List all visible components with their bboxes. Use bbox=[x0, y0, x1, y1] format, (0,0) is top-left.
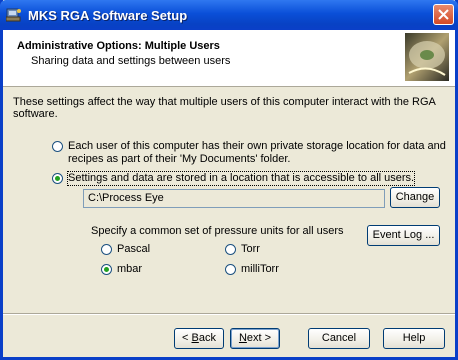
back-label-rest: ack bbox=[198, 332, 216, 344]
shared-path-field[interactable]: C:\Process Eye bbox=[83, 189, 385, 208]
shared-storage-option[interactable]: Settings and data are stored in a locati… bbox=[52, 171, 416, 186]
footer-separator bbox=[3, 313, 455, 315]
private-storage-option[interactable]: Each user of this computer has their own… bbox=[52, 140, 446, 166]
torr-label: Torr bbox=[241, 243, 260, 255]
mbar-radio[interactable] bbox=[101, 264, 112, 275]
close-icon bbox=[438, 9, 449, 20]
header-graphic-icon bbox=[405, 33, 449, 81]
title-bar[interactable]: MKS RGA Software Setup bbox=[0, 0, 458, 30]
window-title: MKS RGA Software Setup bbox=[28, 8, 188, 23]
change-button[interactable]: Change bbox=[390, 187, 440, 208]
back-accel-key: B bbox=[191, 332, 199, 344]
back-prefix: < bbox=[182, 332, 192, 344]
header-title: Administrative Options: Multiple Users bbox=[17, 40, 220, 52]
back-button[interactable]: < Back bbox=[174, 328, 224, 349]
next-accel-key: N bbox=[238, 332, 247, 344]
private-storage-label-line2: recipes as part of their 'My Documents' … bbox=[68, 153, 291, 165]
next-button[interactable]: Next > bbox=[230, 328, 280, 349]
intro-text: These settings affect the way that multi… bbox=[13, 96, 436, 120]
torr-radio[interactable] bbox=[225, 244, 236, 255]
cancel-button[interactable]: Cancel bbox=[308, 328, 370, 349]
event-log-button[interactable]: Event Log ... bbox=[367, 225, 440, 246]
help-button[interactable]: Help bbox=[383, 328, 445, 349]
millitorr-label: milliTorr bbox=[241, 263, 279, 275]
unit-option-mbar[interactable]: mbar bbox=[101, 263, 142, 276]
private-storage-label-line1: Each user of this computer has their own… bbox=[68, 140, 446, 152]
mbar-label: mbar bbox=[117, 263, 143, 275]
millitorr-radio[interactable] bbox=[225, 264, 236, 275]
wizard-header: Administrative Options: Multiple Users S… bbox=[3, 30, 455, 87]
pascal-radio[interactable] bbox=[101, 244, 112, 255]
pascal-label: Pascal bbox=[117, 243, 151, 255]
close-button[interactable] bbox=[433, 4, 454, 25]
private-storage-radio[interactable] bbox=[52, 141, 63, 152]
pressure-units-label: Specify a common set of pressure units f… bbox=[91, 225, 344, 237]
unit-option-pascal[interactable]: Pascal bbox=[101, 243, 150, 256]
setup-wizard-window: MKS RGA Software Setup Administrative Op… bbox=[0, 0, 458, 360]
setup-app-icon bbox=[6, 8, 21, 22]
shared-storage-radio[interactable] bbox=[52, 173, 63, 184]
shared-storage-label: Settings and data are stored in a locati… bbox=[66, 171, 416, 186]
unit-option-torr[interactable]: Torr bbox=[225, 243, 260, 256]
header-subtitle: Sharing data and settings between users bbox=[31, 55, 231, 67]
unit-option-millitorr[interactable]: milliTorr bbox=[225, 263, 279, 276]
next-label-rest: ext > bbox=[246, 332, 272, 344]
